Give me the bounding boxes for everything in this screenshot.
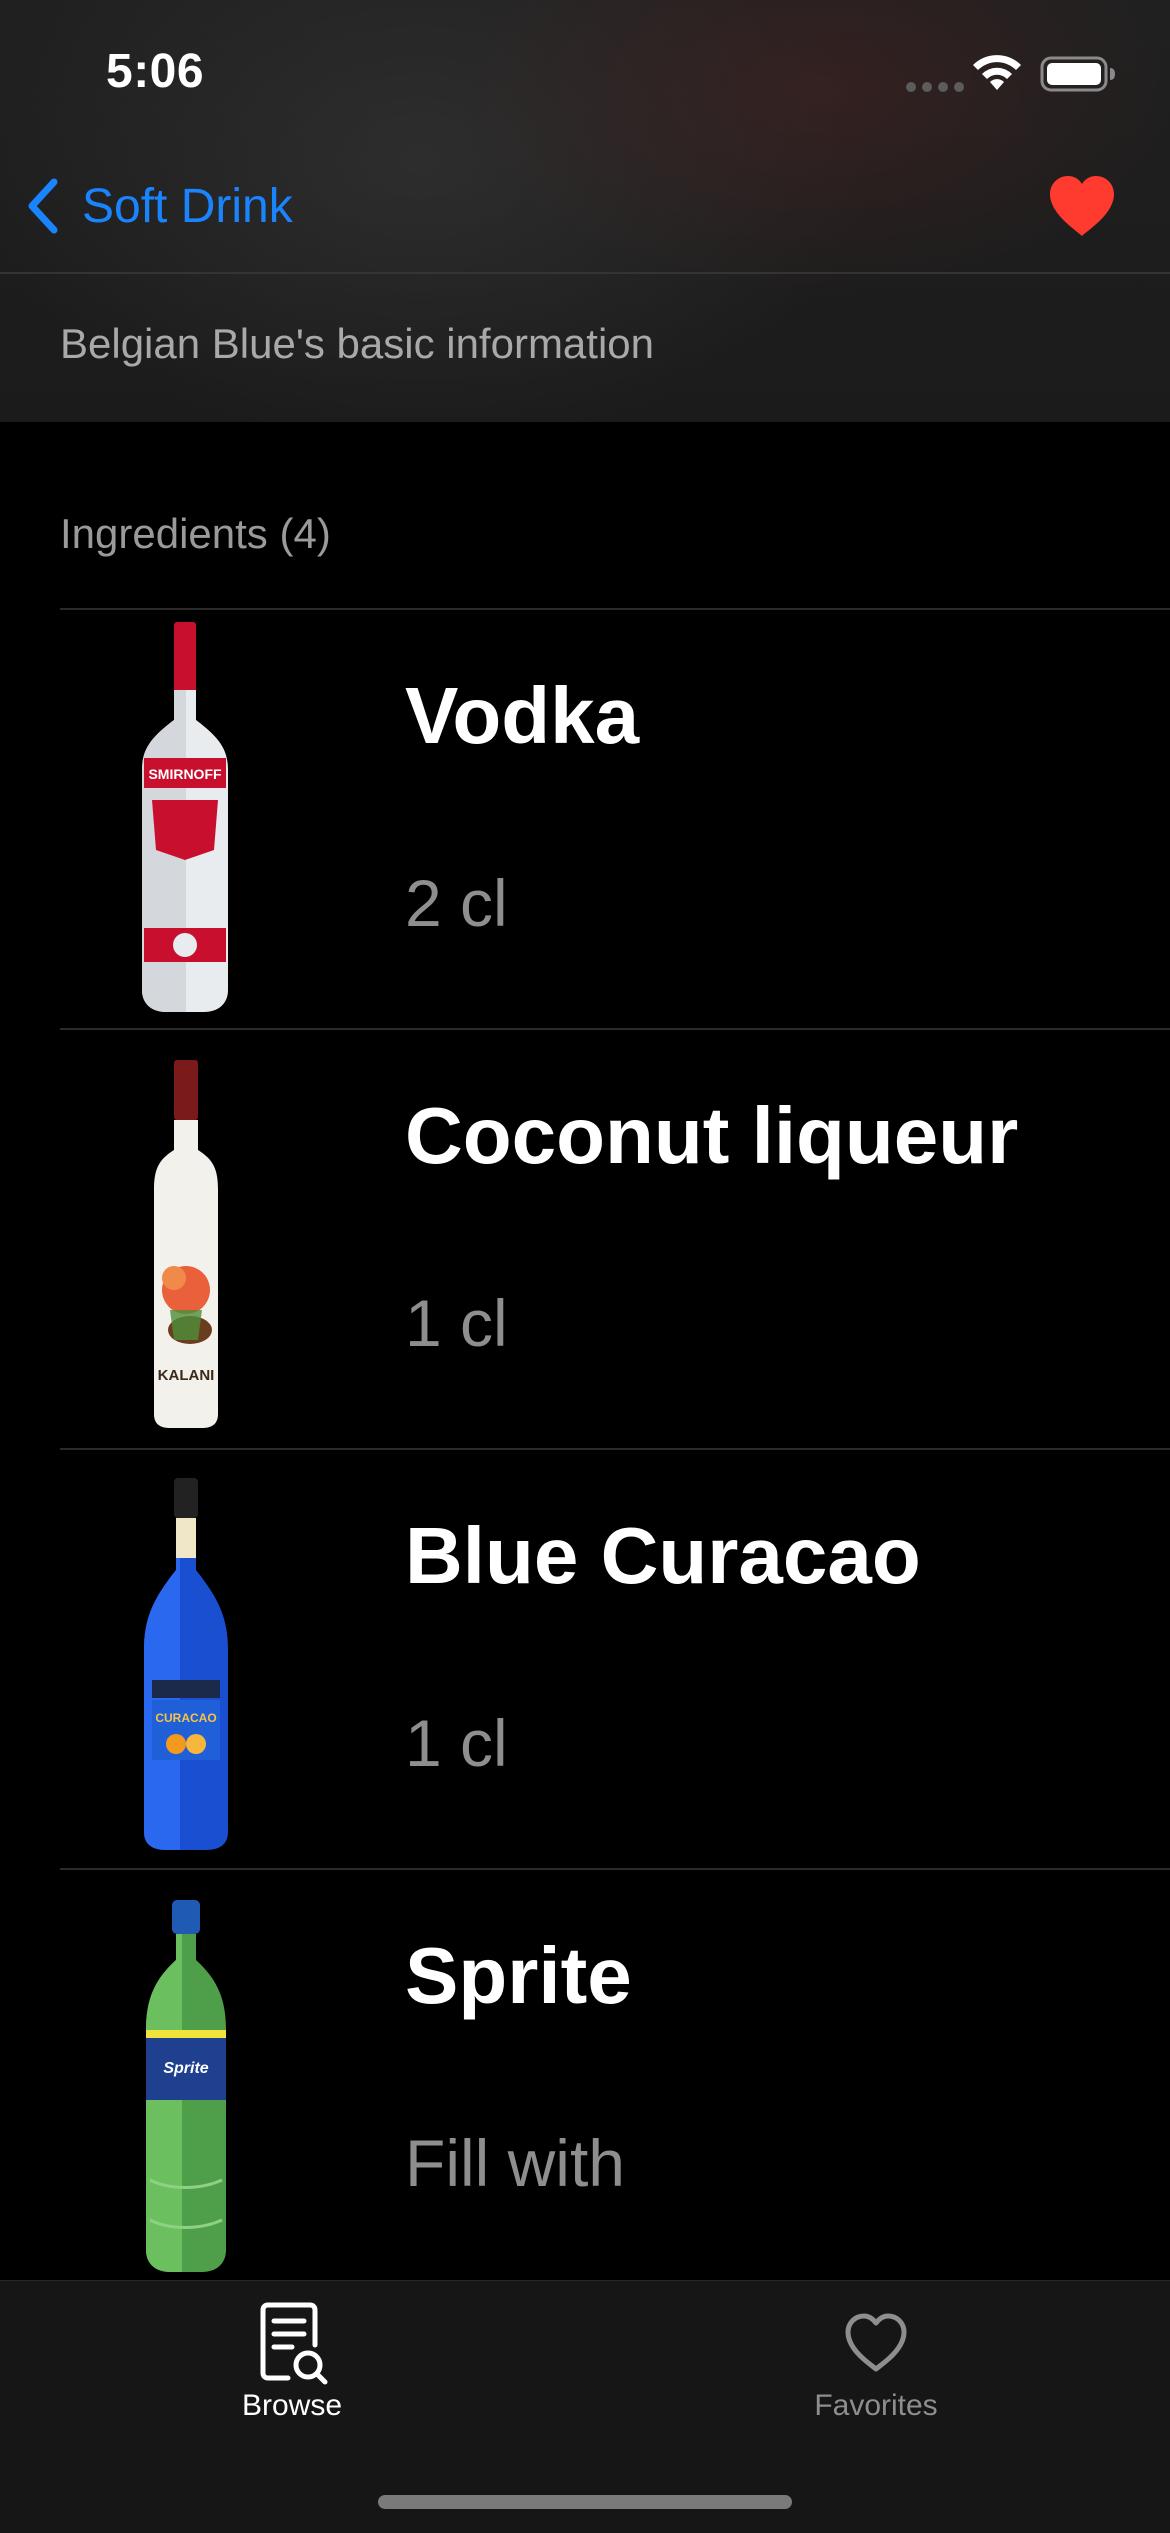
back-button[interactable]: Soft Drink bbox=[22, 170, 293, 242]
basic-info-label: Belgian Blue's basic information bbox=[60, 320, 655, 367]
tab-favorites-label: Favorites bbox=[814, 2389, 938, 2422]
status-bar: 5:06 bbox=[0, 0, 1170, 150]
wifi-icon bbox=[973, 55, 1021, 90]
ingredient-row-coconut-liqueur[interactable]: KALANI Coconut liqueur 1 cl bbox=[60, 1028, 1170, 1448]
status-time: 5:06 bbox=[106, 45, 205, 98]
navigation-bar: Soft Drink bbox=[0, 150, 1170, 272]
sprite-bottle-image: Sprite bbox=[146, 1900, 226, 2272]
tab-browse[interactable]: Browse bbox=[142, 2301, 442, 2441]
ingredient-row-blue-curacao[interactable]: CURACAO Blue Curacao 1 cl bbox=[60, 1448, 1170, 1868]
ingredient-amount: 1 cl bbox=[405, 1286, 508, 1360]
back-button-label: Soft Drink bbox=[82, 179, 293, 233]
ingredient-row-sprite[interactable]: Sprite Sprite Fill with bbox=[60, 1868, 1170, 2280]
battery-icon bbox=[1040, 56, 1115, 92]
ingredient-name: Vodka bbox=[405, 671, 640, 760]
heart-outline-icon bbox=[845, 2313, 907, 2372]
chevron-left-icon bbox=[28, 178, 58, 234]
svg-text:KALANI: KALANI bbox=[158, 1367, 215, 1384]
heart-filled-icon[interactable] bbox=[1046, 174, 1118, 238]
home-indicator[interactable] bbox=[378, 2495, 792, 2509]
ingredients-section-header: Ingredients (4) bbox=[60, 510, 331, 557]
cellular-signal-icon bbox=[906, 82, 964, 92]
svg-text:CURACAO: CURACAO bbox=[155, 1711, 216, 1725]
tab-bar: Browse Favorites bbox=[0, 2280, 1170, 2533]
ingredient-name: Coconut liqueur bbox=[405, 1091, 1019, 1180]
blue-curacao-bottle-image: CURACAO bbox=[144, 1478, 228, 1850]
coconut-liqueur-bottle-image: KALANI bbox=[154, 1060, 218, 1428]
ingredient-list: SMIRNOFF Vodka 2 cl KALANI Coconut lique… bbox=[60, 608, 1170, 2280]
svg-text:SMIRNOFF: SMIRNOFF bbox=[148, 766, 222, 782]
basic-info-banner[interactable]: Belgian Blue's basic information bbox=[0, 274, 1170, 422]
tab-browse-label: Browse bbox=[241, 2389, 343, 2422]
svg-text:Sprite: Sprite bbox=[163, 2060, 208, 2077]
ingredient-amount: 1 cl bbox=[405, 1706, 508, 1780]
ingredient-amount: 2 cl bbox=[405, 866, 508, 940]
ingredient-amount: Fill with bbox=[405, 2126, 626, 2200]
ingredient-row-vodka[interactable]: SMIRNOFF Vodka 2 cl bbox=[60, 608, 1170, 1028]
ingredient-name: Sprite bbox=[405, 1931, 632, 2020]
vodka-bottle-image: SMIRNOFF bbox=[142, 622, 228, 1012]
tab-favorites[interactable]: Favorites bbox=[726, 2301, 1026, 2441]
ingredient-name: Blue Curacao bbox=[405, 1511, 921, 1600]
browse-icon bbox=[260, 2302, 328, 2385]
